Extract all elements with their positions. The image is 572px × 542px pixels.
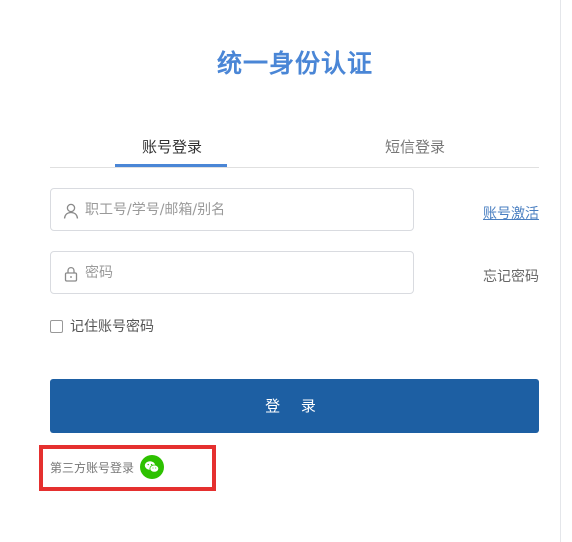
lock-icon: [62, 265, 80, 283]
account-activate-link[interactable]: 账号激活: [483, 203, 539, 223]
active-tab-indicator: [115, 164, 227, 167]
username-field[interactable]: [50, 188, 414, 231]
password-input[interactable]: [85, 252, 405, 293]
panel-border: [560, 0, 561, 542]
login-button[interactable]: 登 录: [50, 379, 539, 433]
tab-sms-login[interactable]: 短信登录: [385, 136, 445, 157]
password-field[interactable]: [50, 251, 414, 294]
remember-checkbox[interactable]: [50, 319, 63, 333]
forgot-password-link[interactable]: 忘记密码: [483, 266, 539, 286]
tab-account-login[interactable]: 账号登录: [142, 136, 202, 157]
login-tabs: 账号登录 短信登录: [50, 126, 539, 168]
login-page: 统一身份认证 账号登录 短信登录 账号激活 忘记密码 记住账号密码 登 录: [0, 0, 572, 542]
page-title: 统一身份认证: [216, 49, 373, 78]
remember-account-row: 记住账号密码: [50, 316, 154, 336]
highlight-box: [39, 445, 216, 491]
user-icon: [62, 202, 80, 220]
username-input[interactable]: [85, 189, 405, 230]
remember-label[interactable]: 记住账号密码: [70, 316, 154, 336]
